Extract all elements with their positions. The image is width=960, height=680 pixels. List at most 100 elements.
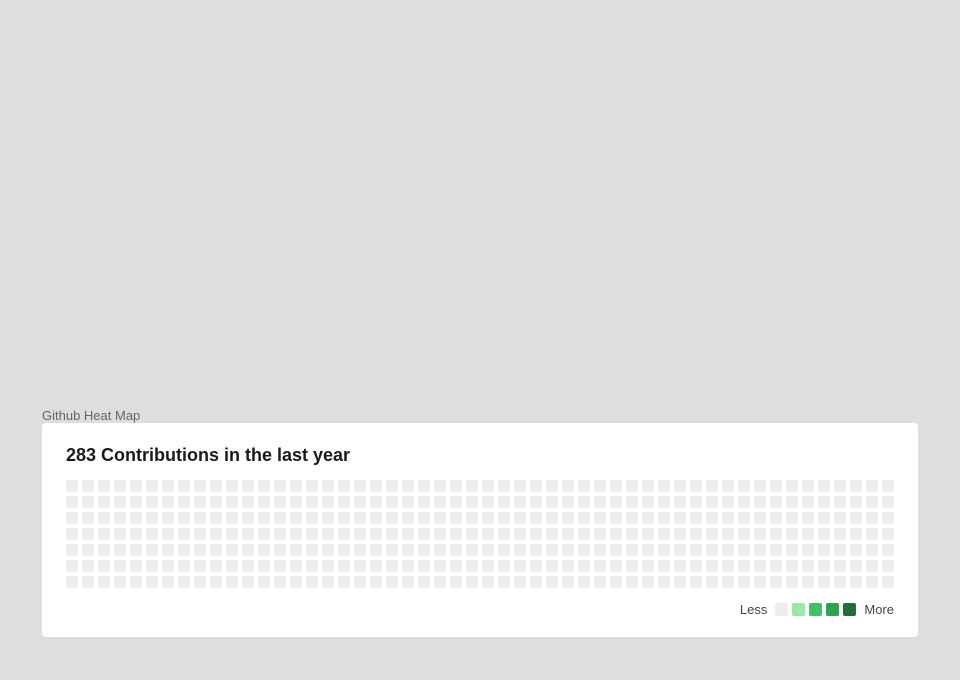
contribution-cell[interactable] xyxy=(226,560,238,572)
contribution-cell[interactable] xyxy=(402,496,414,508)
contribution-cell[interactable] xyxy=(66,544,78,556)
contribution-cell[interactable] xyxy=(98,528,110,540)
contribution-cell[interactable] xyxy=(130,512,142,524)
contribution-cell[interactable] xyxy=(242,544,254,556)
contribution-cell[interactable] xyxy=(226,496,238,508)
contribution-cell[interactable] xyxy=(98,496,110,508)
contribution-cell[interactable] xyxy=(530,560,542,572)
contribution-cell[interactable] xyxy=(690,576,702,588)
contribution-cell[interactable] xyxy=(450,560,462,572)
contribution-cell[interactable] xyxy=(402,528,414,540)
contribution-cell[interactable] xyxy=(258,544,270,556)
contribution-cell[interactable] xyxy=(194,560,206,572)
contribution-cell[interactable] xyxy=(66,480,78,492)
contribution-cell[interactable] xyxy=(274,496,286,508)
contribution-cell[interactable] xyxy=(722,512,734,524)
contribution-cell[interactable] xyxy=(98,560,110,572)
contribution-cell[interactable] xyxy=(418,528,430,540)
contribution-cell[interactable] xyxy=(722,496,734,508)
contribution-cell[interactable] xyxy=(562,576,574,588)
contribution-cell[interactable] xyxy=(450,496,462,508)
contribution-cell[interactable] xyxy=(482,512,494,524)
contribution-cell[interactable] xyxy=(210,528,222,540)
contribution-cell[interactable] xyxy=(98,512,110,524)
contribution-cell[interactable] xyxy=(674,560,686,572)
contribution-cell[interactable] xyxy=(594,576,606,588)
contribution-cell[interactable] xyxy=(802,560,814,572)
contribution-cell[interactable] xyxy=(338,560,350,572)
contribution-cell[interactable] xyxy=(882,544,894,556)
contribution-cell[interactable] xyxy=(306,496,318,508)
contribution-cell[interactable] xyxy=(466,576,478,588)
contribution-cell[interactable] xyxy=(386,528,398,540)
contribution-cell[interactable] xyxy=(882,480,894,492)
contribution-cell[interactable] xyxy=(434,496,446,508)
contribution-cell[interactable] xyxy=(466,512,478,524)
contribution-cell[interactable] xyxy=(210,544,222,556)
contribution-cell[interactable] xyxy=(882,512,894,524)
contribution-cell[interactable] xyxy=(274,544,286,556)
contribution-cell[interactable] xyxy=(530,576,542,588)
contribution-cell[interactable] xyxy=(834,496,846,508)
contribution-cell[interactable] xyxy=(754,560,766,572)
contribution-cell[interactable] xyxy=(530,544,542,556)
contribution-cell[interactable] xyxy=(370,528,382,540)
contribution-cell[interactable] xyxy=(786,560,798,572)
contribution-cell[interactable] xyxy=(226,528,238,540)
contribution-cell[interactable] xyxy=(114,528,126,540)
contribution-cell[interactable] xyxy=(146,544,158,556)
contribution-cell[interactable] xyxy=(610,512,622,524)
contribution-cell[interactable] xyxy=(802,496,814,508)
contribution-cell[interactable] xyxy=(370,480,382,492)
contribution-cell[interactable] xyxy=(162,576,174,588)
contribution-cell[interactable] xyxy=(754,480,766,492)
contribution-cell[interactable] xyxy=(866,544,878,556)
contribution-cell[interactable] xyxy=(370,544,382,556)
contribution-cell[interactable] xyxy=(194,528,206,540)
contribution-cell[interactable] xyxy=(386,560,398,572)
contribution-cell[interactable] xyxy=(482,480,494,492)
contribution-cell[interactable] xyxy=(722,480,734,492)
contribution-cell[interactable] xyxy=(770,560,782,572)
contribution-cell[interactable] xyxy=(562,560,574,572)
contribution-cell[interactable] xyxy=(82,528,94,540)
contribution-cell[interactable] xyxy=(386,576,398,588)
contribution-cell[interactable] xyxy=(546,544,558,556)
contribution-cell[interactable] xyxy=(674,544,686,556)
contribution-cell[interactable] xyxy=(306,512,318,524)
contribution-cell[interactable] xyxy=(274,560,286,572)
contribution-cell[interactable] xyxy=(642,528,654,540)
contribution-cell[interactable] xyxy=(706,560,718,572)
contribution-cell[interactable] xyxy=(194,544,206,556)
contribution-cell[interactable] xyxy=(642,512,654,524)
contribution-cell[interactable] xyxy=(258,480,270,492)
contribution-cell[interactable] xyxy=(466,528,478,540)
contribution-cell[interactable] xyxy=(882,528,894,540)
contribution-cell[interactable] xyxy=(626,528,638,540)
contribution-cell[interactable] xyxy=(210,576,222,588)
contribution-cell[interactable] xyxy=(194,512,206,524)
contribution-cell[interactable] xyxy=(258,528,270,540)
contribution-cell[interactable] xyxy=(98,576,110,588)
contribution-cell[interactable] xyxy=(66,512,78,524)
contribution-cell[interactable] xyxy=(770,512,782,524)
contribution-cell[interactable] xyxy=(578,496,590,508)
contribution-cell[interactable] xyxy=(866,576,878,588)
contribution-cell[interactable] xyxy=(418,544,430,556)
contribution-cell[interactable] xyxy=(498,512,510,524)
contribution-cell[interactable] xyxy=(690,512,702,524)
contribution-cell[interactable] xyxy=(466,496,478,508)
contribution-cell[interactable] xyxy=(450,544,462,556)
contribution-cell[interactable] xyxy=(210,560,222,572)
contribution-cell[interactable] xyxy=(66,528,78,540)
contribution-cell[interactable] xyxy=(610,496,622,508)
contribution-cell[interactable] xyxy=(786,512,798,524)
contribution-cell[interactable] xyxy=(194,480,206,492)
contribution-cell[interactable] xyxy=(514,496,526,508)
contribution-cell[interactable] xyxy=(434,576,446,588)
contribution-cell[interactable] xyxy=(578,544,590,556)
contribution-cell[interactable] xyxy=(786,576,798,588)
contribution-cell[interactable] xyxy=(674,576,686,588)
contribution-cell[interactable] xyxy=(690,544,702,556)
contribution-cell[interactable] xyxy=(402,560,414,572)
